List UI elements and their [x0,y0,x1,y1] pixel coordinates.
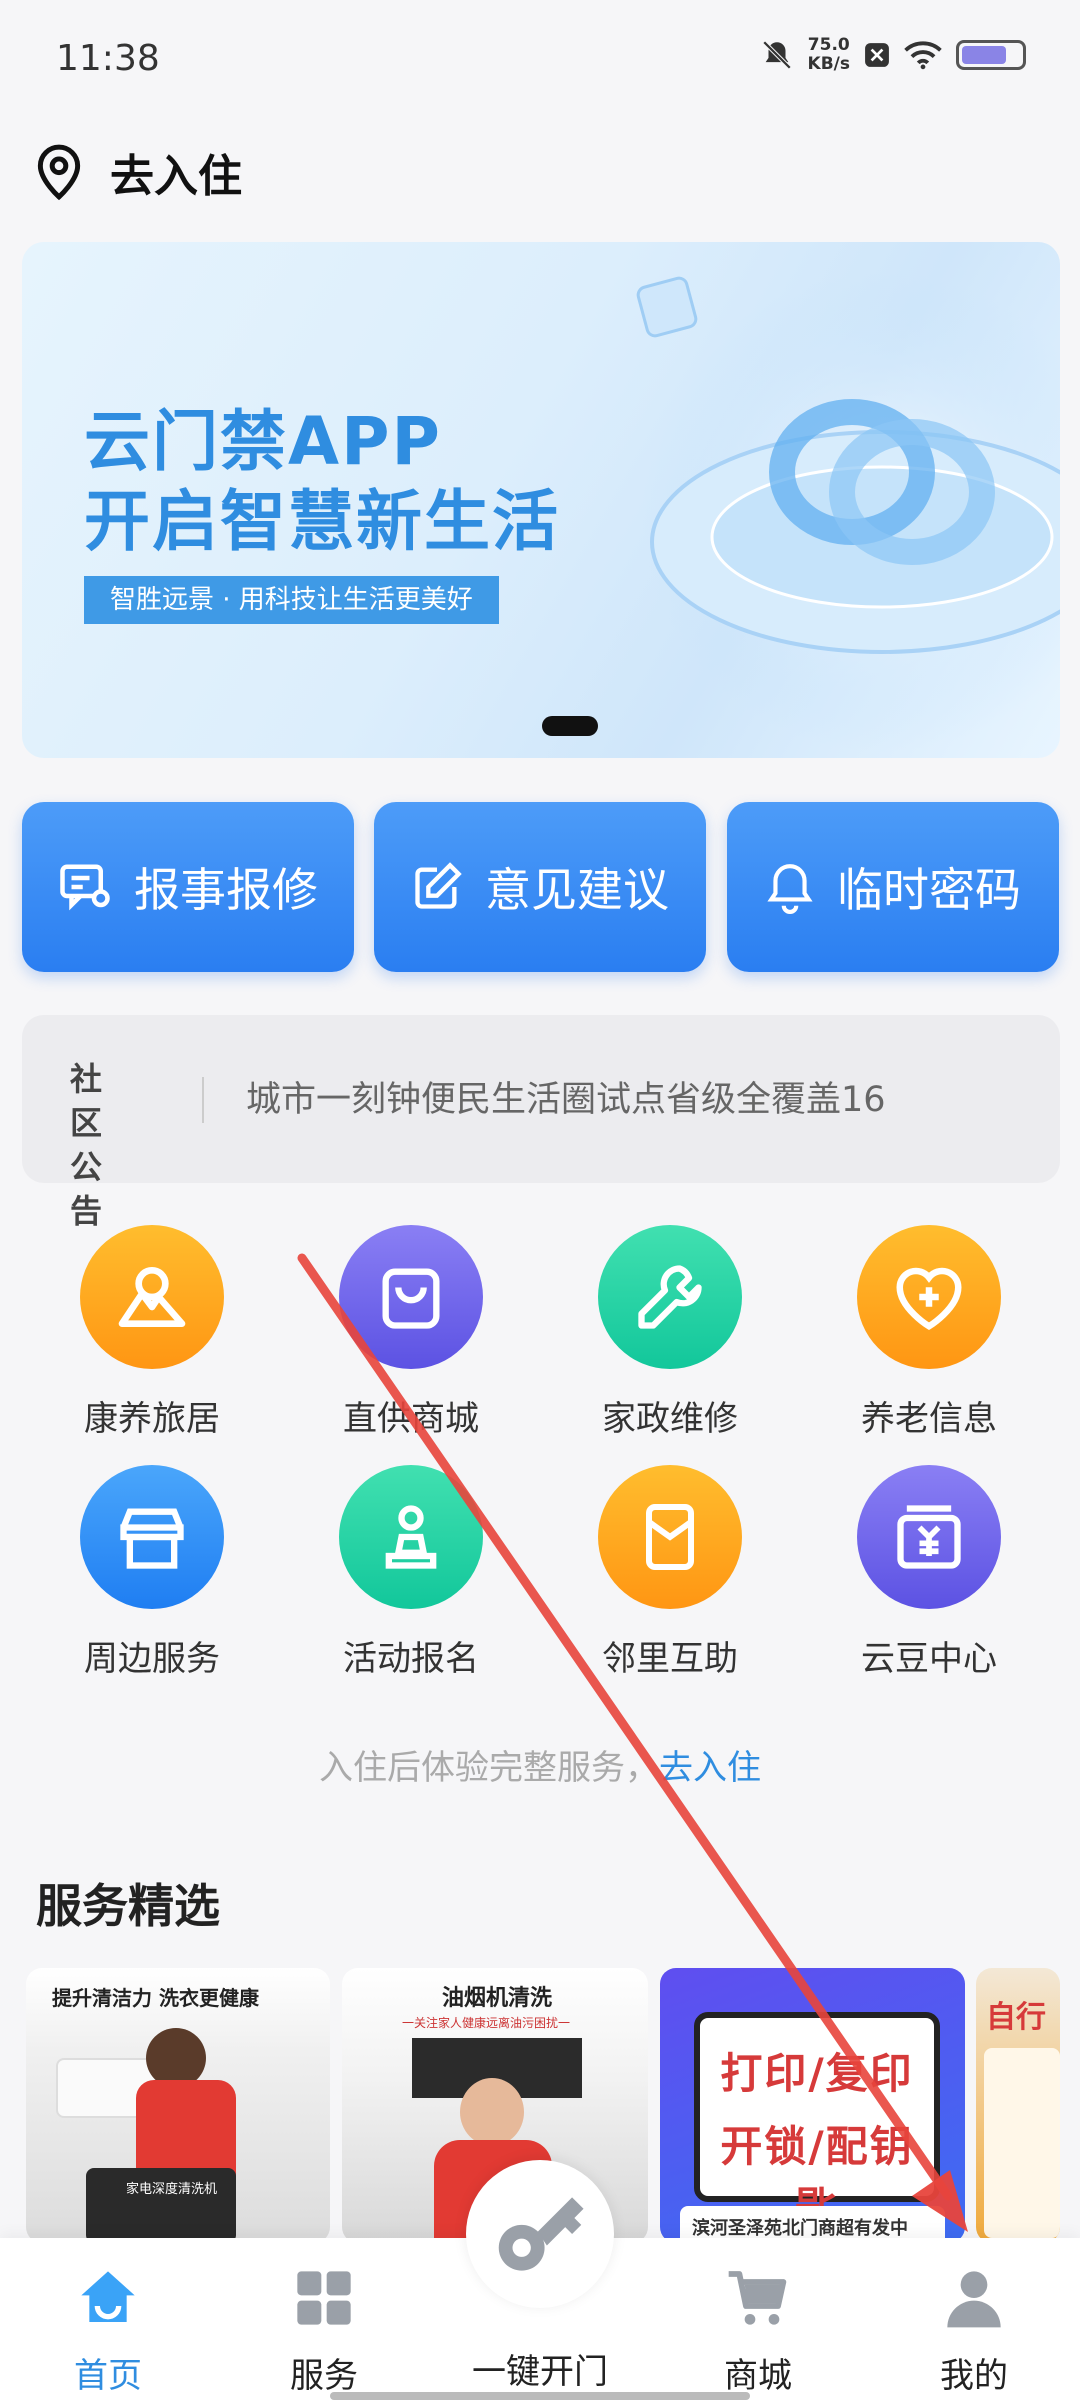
user-icon [947,2271,1001,2328]
banner-ring-graphic [636,272,1060,752]
service-label: 云豆中心 [861,1639,997,1679]
service-kangyang[interactable]: 康养旅居 [52,1225,252,1440]
service-elderly[interactable]: 养老信息 [829,1225,1029,1440]
print-lock-box: 打印/复印 开锁/配钥匙 [694,2012,940,2232]
service-label: 周边服务 [84,1639,220,1679]
wrench-icon [598,1225,742,1369]
card-headline: 油烟机清洗 [442,1986,553,2011]
community-notice[interactable]: 社区 公告 城市一刻钟便民生活圈试点省级全覆盖16 [22,1015,1060,1230]
promo-banner[interactable]: 云门禁APP 开启智慧新生活 智胜远景 · 用科技让生活更美好 [22,242,1060,758]
featured-card-laundry[interactable]: 提升清洁力 洗衣更健康 家电深度清洗机 [26,1968,330,2243]
net-speed-value: 75.0 [807,35,850,55]
edit-icon [415,862,462,909]
card-sub: 一关注家人健康远离油污困扰一 [402,2016,571,2030]
service-label: 活动报名 [343,1639,479,1679]
service-label: 直供商城 [343,1399,479,1439]
nav-label: 首页 [74,2356,142,2396]
card-headline: 自行 [986,2000,1046,2035]
status-icons: 75.0 KB/s [760,36,1026,74]
section-title: 服务精选 [36,1879,220,1933]
net-speed: 75.0 KB/s [808,36,850,74]
temp-password-label: 临时密码 [837,863,1021,917]
nav-label: 服务 [290,2356,358,2396]
service-label: 养老信息 [861,1399,997,1439]
nav-label: 我的 [940,2356,1008,2396]
notice-text: 城市一刻钟便民生活圈试点省级全覆盖16 [246,1080,886,1120]
location-selector[interactable]: 去入住 [34,140,242,204]
heart-plus-icon [857,1225,1001,1369]
report-repair-button[interactable]: 报事报修 [22,802,354,972]
battery-icon [956,40,1026,70]
featured-card-print-lock[interactable]: 打印/复印 开锁/配钥匙 滨河圣泽苑北门商超有发中 [660,1968,965,2243]
service-label: 康养旅居 [84,1399,220,1439]
nav-mine[interactable]: 我的 [894,2266,1054,2397]
nav-services[interactable]: 服务 [244,2266,404,2397]
card-panel [984,2048,1060,2238]
service-mall[interactable]: 直供商城 [311,1225,511,1440]
hint-text: 入住后体验完整服务， [319,1748,659,1788]
mountain-icon [80,1225,224,1369]
yuan-card-icon [857,1465,1001,1609]
cart-icon [728,2271,787,2325]
suggestion-button[interactable]: 意见建议 [374,802,706,972]
notice-label-line1: 社区 [70,1060,119,1142]
notice-label-line2: 公告 [70,1148,119,1230]
temp-password-button[interactable]: 临时密码 [727,802,1059,972]
location-pin-icon [37,144,81,201]
notice-divider [202,1077,204,1123]
nav-home[interactable]: 首页 [28,2266,188,2397]
service-housekeeping[interactable]: 家政维修 [570,1225,770,1440]
checkin-hint: 入住后体验完整服务，去入住 [0,1740,1080,1789]
service-label: 邻里互助 [602,1639,738,1679]
service-neighbor[interactable]: 邻里互助 [570,1465,770,1680]
nav-label: 商城 [724,2356,792,2396]
report-repair-label: 报事报修 [134,863,318,917]
mute-bell-icon [762,40,791,70]
report-repair-icon [60,864,110,911]
banner-title-line2: 开启智慧新生活 [84,483,560,560]
grid-icon [297,2271,351,2325]
close-box-icon [865,43,889,67]
open-door-key-button[interactable] [466,2160,614,2308]
shopping-bag-icon [339,1225,483,1369]
wifi-icon [904,41,942,70]
nav-open-door[interactable]: 一键开门 [460,2330,620,2393]
service-activity[interactable]: 活动报名 [311,1465,511,1680]
service-yundou[interactable]: 云豆中心 [829,1465,1029,1680]
featured-card-partial[interactable]: 自行 [976,1968,1060,2243]
nav-mall[interactable]: 商城 [678,2266,838,2397]
banner-pager-dot [542,716,598,736]
chess-pawn-icon [339,1465,483,1609]
key-icon [498,2197,584,2271]
envelope-icon [598,1465,742,1609]
nav-label: 一键开门 [472,2352,608,2392]
location-label: 去入住 [110,151,242,202]
card-headline: 提升清洁力 洗衣更健康 [52,1986,259,2010]
store-icon [80,1465,224,1609]
worker-head-graphic [460,2078,524,2146]
checkin-link[interactable]: 去入住 [659,1748,761,1788]
status-time: 11:38 [56,38,160,79]
suggestion-label: 意见建议 [485,863,669,917]
net-speed-unit: KB/s [807,54,850,74]
banner-tagline: 智胜远景 · 用科技让生活更美好 [84,576,499,624]
notice-label: 社区 公告 [70,1057,160,1233]
bell-icon [767,864,813,914]
card-line1: 打印/复印 [720,2049,914,2098]
home-indicator[interactable] [330,2392,750,2400]
worker-head-graphic [146,2028,206,2088]
home-icon [81,2271,135,2322]
card-sub: 家电深度清洗机 [126,2182,218,2197]
service-label: 家政维修 [602,1399,738,1439]
service-nearby[interactable]: 周边服务 [52,1465,252,1680]
